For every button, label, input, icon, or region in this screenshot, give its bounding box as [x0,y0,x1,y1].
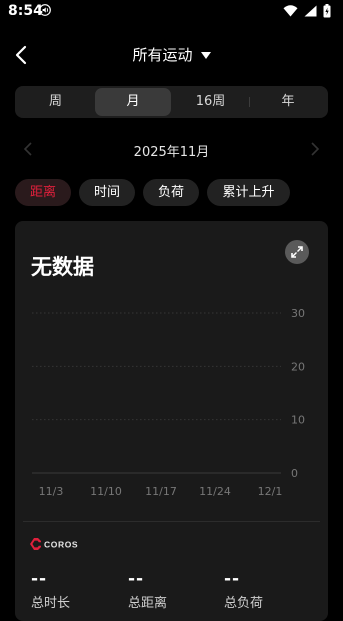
status-bar: 8:54 [0,0,343,24]
distance-chart: 30 20 10 0 11/3 11/10 11/17 11/24 12/1 [32,307,305,498]
svg-text:COROS: COROS [44,540,78,550]
y-tick-label: 0 [291,467,298,480]
total-load-label: 总负荷 [224,596,264,611]
wifi-icon [283,5,298,17]
sport-type-selector[interactable]: 所有运动 [0,44,343,65]
dropdown-caret-icon [200,52,211,59]
total-duration-label: 总时长 [31,596,71,611]
x-tick-label: 11/24 [199,485,231,498]
chip-elevation-gain[interactable]: 累计上升 [207,179,290,206]
x-tick-label: 11/10 [90,485,122,498]
x-tick-label: 11/17 [145,485,177,498]
card-divider [23,521,320,522]
period-segmented-control: 周 月 16周 年 [15,86,328,118]
total-distance-label: 总距离 [128,596,168,611]
segment-week[interactable]: 周 [17,88,94,116]
coros-logo: COROS [30,538,78,550]
status-time: 8:54 [8,3,43,19]
y-tick-label: 20 [291,360,305,373]
chip-time[interactable]: 时间 [79,179,135,206]
segment-16-weeks[interactable]: 16周 [172,88,249,116]
y-tick-label: 10 [291,414,305,427]
total-load-value: -- [224,569,241,589]
signal-icon [304,5,317,17]
segment-month[interactable]: 月 [95,88,171,116]
current-period-label: 2025年11月 [133,145,210,160]
notification-icon [39,4,51,16]
page-title: 所有运动 [132,46,193,64]
stats-card: 无数据 30 20 10 0 11/3 11/10 11/17 11/24 12/1 COROS… [15,221,328,621]
status-icons [283,4,331,18]
next-month-icon[interactable] [307,141,321,157]
y-tick-label: 30 [291,307,305,320]
total-distance-value: -- [128,569,145,589]
battery-charging-icon [323,4,331,18]
segment-year[interactable]: 年 [250,88,326,116]
x-tick-label: 12/1 [258,485,283,498]
chip-load[interactable]: 负荷 [143,179,199,206]
x-tick-label: 11/3 [39,485,64,498]
total-duration-value: -- [31,569,48,589]
chip-distance[interactable]: 距离 [15,179,71,206]
